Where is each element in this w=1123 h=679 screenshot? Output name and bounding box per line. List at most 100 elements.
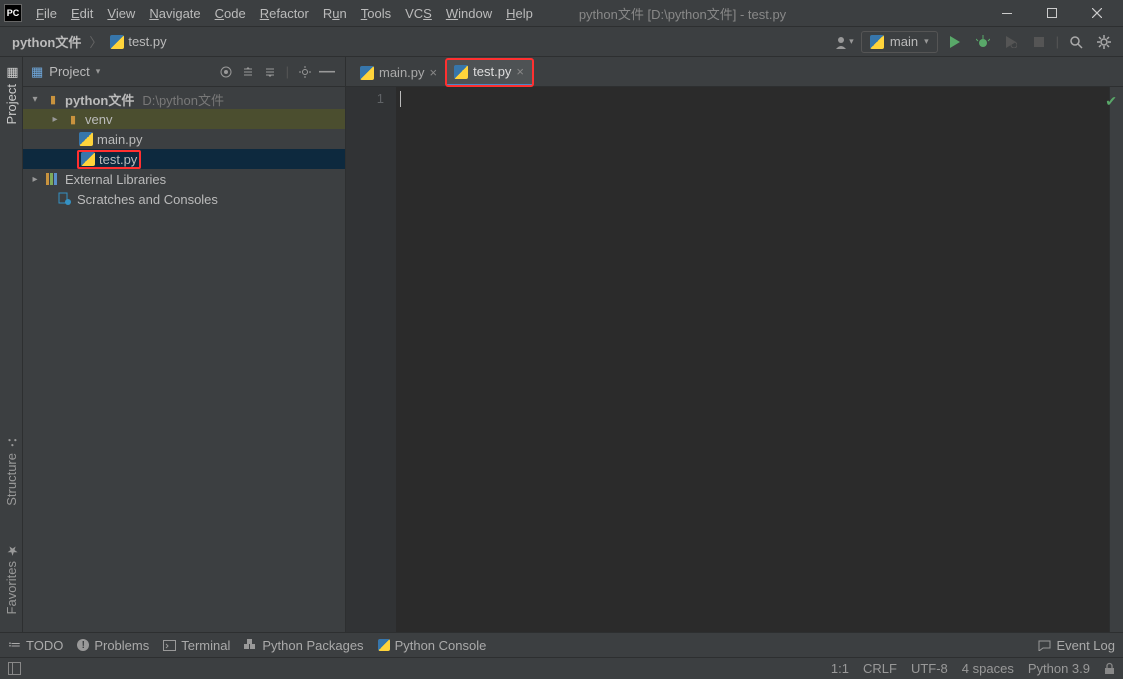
tool-tab-favorites-label: Favorites: [4, 561, 19, 614]
tree-root[interactable]: ▾ ▮ python文件 D:\python文件: [23, 89, 345, 109]
tool-problems-label: Problems: [94, 638, 149, 653]
python-file-icon: [360, 66, 374, 80]
status-widgets-icon[interactable]: [8, 662, 21, 675]
app-icon: PC: [4, 4, 22, 22]
python-file-icon: [110, 35, 124, 49]
menu-code[interactable]: Code: [209, 4, 252, 23]
editor-body: 1 ✔: [346, 87, 1123, 632]
menu-window[interactable]: Window: [440, 4, 498, 23]
tool-tab-project[interactable]: Project ▦: [2, 57, 21, 132]
tree-root-path: D:\python文件: [142, 90, 224, 109]
event-log-icon: [1038, 640, 1051, 651]
sidebar-title-label: Project: [49, 64, 89, 79]
tool-tab-structure[interactable]: Structure ⛬: [2, 428, 21, 514]
python-file-icon: [81, 152, 95, 166]
python-icon: [378, 639, 390, 651]
tree-main-label: main.py: [97, 132, 143, 147]
search-button[interactable]: [1065, 31, 1087, 53]
main-menu: File Edit View Navigate Code Refactor Ru…: [30, 4, 539, 23]
project-view-icon: ▦: [31, 64, 43, 80]
tree-extlib-label: External Libraries: [65, 172, 166, 187]
hide-sidebar-button[interactable]: —: [317, 62, 337, 82]
tree-test-py[interactable]: test.py: [23, 149, 345, 169]
python-file-icon: [454, 65, 468, 79]
python-icon: [870, 35, 884, 49]
structure-tool-icon: ⛬: [4, 436, 19, 449]
folder-icon: ▮: [65, 111, 81, 127]
tool-todo[interactable]: ≔ TODO: [8, 637, 63, 653]
run-button[interactable]: [944, 31, 966, 53]
tool-tab-favorites[interactable]: Favorites ★: [2, 534, 21, 622]
run-config-selector[interactable]: main ▾: [861, 31, 938, 53]
tab-main-py[interactable]: main.py ×: [352, 59, 446, 86]
menu-tools[interactable]: Tools: [355, 4, 397, 23]
menu-view[interactable]: View: [101, 4, 141, 23]
select-opened-file-button[interactable]: [216, 62, 236, 82]
editor-scrollbar[interactable]: ✔: [1109, 87, 1123, 632]
lock-icon[interactable]: [1104, 662, 1115, 675]
menu-edit[interactable]: Edit: [65, 4, 99, 23]
breadcrumb-file[interactable]: test.py: [106, 32, 170, 51]
settings-button[interactable]: [1093, 31, 1115, 53]
menu-refactor[interactable]: Refactor: [254, 4, 315, 23]
menu-vcs[interactable]: VCS: [399, 4, 438, 23]
editor-area: main.py × test.py × 1 ✔: [346, 57, 1123, 632]
minimize-button[interactable]: [984, 0, 1029, 27]
tree-root-label: python文件: [65, 90, 134, 109]
status-indent[interactable]: 4 spaces: [962, 661, 1014, 676]
stop-button[interactable]: [1028, 31, 1050, 53]
menu-help[interactable]: Help: [500, 4, 539, 23]
status-bar: 1:1 CRLF UTF-8 4 spaces Python 3.9: [0, 657, 1123, 679]
text-cursor: [400, 91, 401, 107]
status-caret-pos[interactable]: 1:1: [831, 661, 849, 676]
main-area: Project ▦ Structure ⛬ Favorites ★ ▦ Proj…: [0, 57, 1123, 632]
library-icon: [45, 171, 61, 187]
user-icon[interactable]: ▾: [833, 31, 855, 53]
tool-tab-structure-label: Structure: [4, 453, 19, 506]
scratches-icon: [57, 191, 73, 207]
collapse-all-button[interactable]: [260, 62, 280, 82]
tool-tab-project-label: Project: [4, 84, 19, 124]
tree-scratches[interactable]: Scratches and Consoles: [23, 189, 345, 209]
tab-test-py[interactable]: test.py ×: [446, 59, 533, 86]
todo-icon: ≔: [8, 637, 21, 653]
tool-python-packages[interactable]: Python Packages: [244, 638, 363, 653]
sidebar-settings-button[interactable]: [295, 62, 315, 82]
star-icon: ★: [4, 542, 19, 557]
close-tab-icon[interactable]: ×: [430, 65, 438, 80]
tool-python-console[interactable]: Python Console: [378, 638, 487, 653]
status-interpreter[interactable]: Python 3.9: [1028, 661, 1090, 676]
tool-event-log[interactable]: Event Log: [1038, 638, 1115, 653]
code-editor[interactable]: [396, 87, 1109, 632]
debug-button[interactable]: [972, 31, 994, 53]
maximize-button[interactable]: [1029, 0, 1074, 27]
tool-problems[interactable]: ! Problems: [77, 638, 149, 653]
run-coverage-button[interactable]: [1000, 31, 1022, 53]
tool-terminal[interactable]: Terminal: [163, 638, 230, 653]
close-button[interactable]: [1074, 0, 1119, 27]
breadcrumb-project[interactable]: python文件: [8, 30, 85, 53]
close-tab-icon[interactable]: ×: [516, 64, 524, 79]
window-title: python文件 [D:\python文件] - test.py: [579, 4, 984, 23]
tab-main-label: main.py: [379, 65, 425, 80]
folder-icon: ▮: [45, 91, 61, 107]
menu-run[interactable]: Run: [317, 4, 353, 23]
expand-all-button[interactable]: [238, 62, 258, 82]
project-tree: ▾ ▮ python文件 D:\python文件 ▸ ▮ venv main.p…: [23, 87, 345, 632]
breadcrumb: python文件 〉 test.py: [8, 30, 171, 53]
status-encoding[interactable]: UTF-8: [911, 661, 948, 676]
tree-venv[interactable]: ▸ ▮ venv: [23, 109, 345, 129]
tool-terminal-label: Terminal: [181, 638, 230, 653]
expand-arrow-icon: ▸: [29, 174, 41, 185]
menu-file[interactable]: File: [30, 4, 63, 23]
tree-venv-label: venv: [85, 112, 112, 127]
project-tool-icon: ▦: [4, 65, 19, 80]
sidebar-title-button[interactable]: ▦ Project ▾: [31, 64, 210, 80]
status-line-separator[interactable]: CRLF: [863, 661, 897, 676]
menu-navigate[interactable]: Navigate: [143, 4, 206, 23]
tree-main-py[interactable]: main.py: [23, 129, 345, 149]
breadcrumb-sep: 〉: [89, 32, 102, 51]
tree-external-libraries[interactable]: ▸ External Libraries: [23, 169, 345, 189]
tree-test-label: test.py: [99, 152, 137, 167]
expand-arrow-icon: ▸: [49, 114, 61, 125]
